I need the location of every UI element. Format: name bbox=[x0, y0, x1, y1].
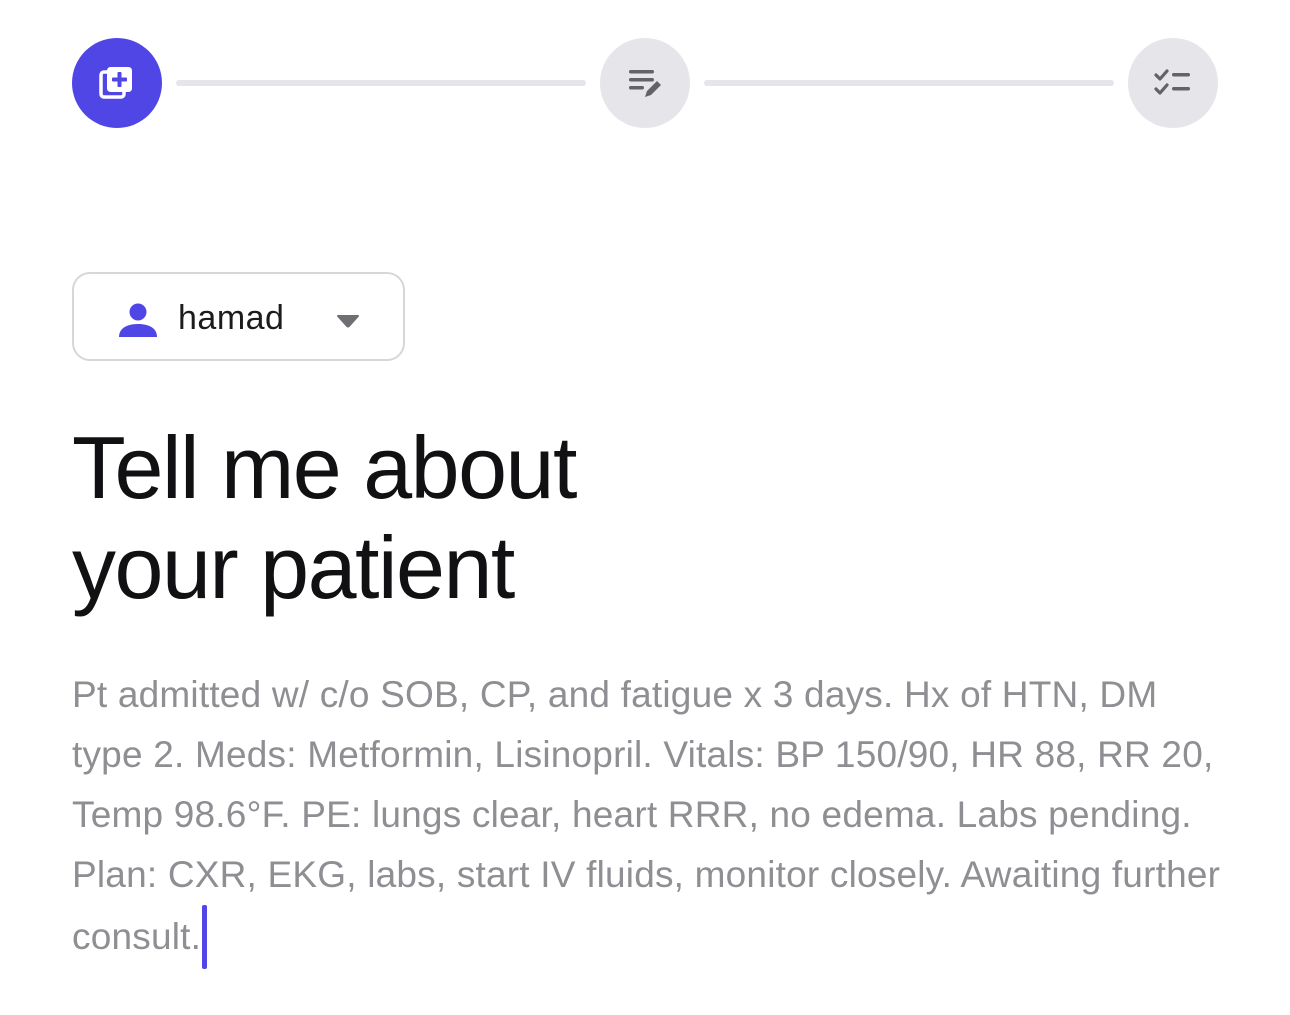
edit-list-icon bbox=[629, 70, 661, 97]
step-edit-note[interactable] bbox=[600, 38, 690, 128]
page-title-line-2: your patient bbox=[72, 518, 515, 617]
new-note-screen: hamad Tell me about your patient Pt admi… bbox=[0, 0, 1290, 1015]
progress-stepper bbox=[72, 38, 1218, 128]
step-connector bbox=[176, 80, 586, 86]
step-review[interactable] bbox=[1128, 38, 1218, 128]
step-add-note[interactable] bbox=[72, 38, 162, 128]
patient-name: hamad bbox=[178, 299, 285, 337]
patient-selector[interactable]: hamad bbox=[72, 272, 405, 361]
text-cursor bbox=[202, 905, 208, 969]
step-connector bbox=[704, 80, 1114, 86]
caret-down-icon bbox=[337, 315, 359, 328]
person-icon bbox=[119, 303, 157, 337]
patient-notes-input[interactable]: Pt admitted w/ c/o SOB, CP, and fatigue … bbox=[72, 665, 1222, 969]
page-title: Tell me about your patient bbox=[72, 418, 972, 618]
add-note-icon bbox=[99, 67, 132, 99]
patient-notes-text: Pt admitted w/ c/o SOB, CP, and fatigue … bbox=[72, 674, 1221, 957]
checklist-icon bbox=[1154, 69, 1190, 95]
page-title-line-1: Tell me about bbox=[72, 418, 577, 517]
